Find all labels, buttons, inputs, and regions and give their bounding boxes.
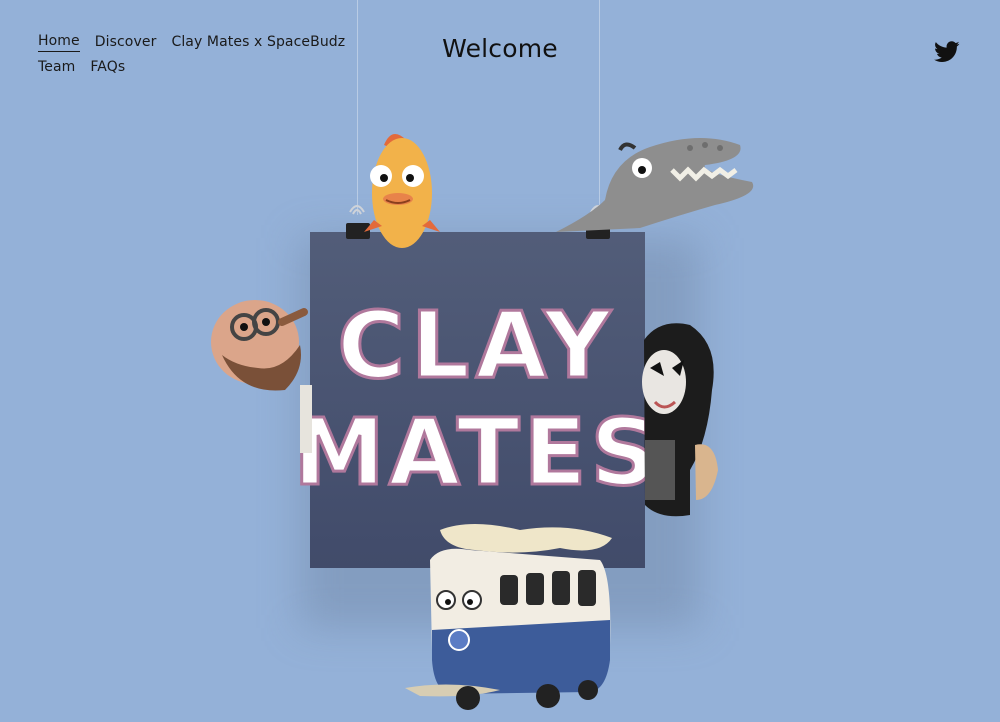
board-text-line-1: CLAY — [337, 292, 616, 399]
board-lettering: CLAY MATES — [292, 291, 660, 508]
clay-vw-van — [405, 524, 612, 710]
clay-gray-creature — [556, 137, 754, 232]
clay-fish-character — [364, 134, 440, 248]
binder-clip-left — [346, 205, 370, 239]
clay-mates-hero-artwork: CLAY MATES — [211, 134, 754, 710]
board-text-line-2: MATES — [293, 399, 660, 506]
clay-rocker-character — [642, 323, 718, 517]
